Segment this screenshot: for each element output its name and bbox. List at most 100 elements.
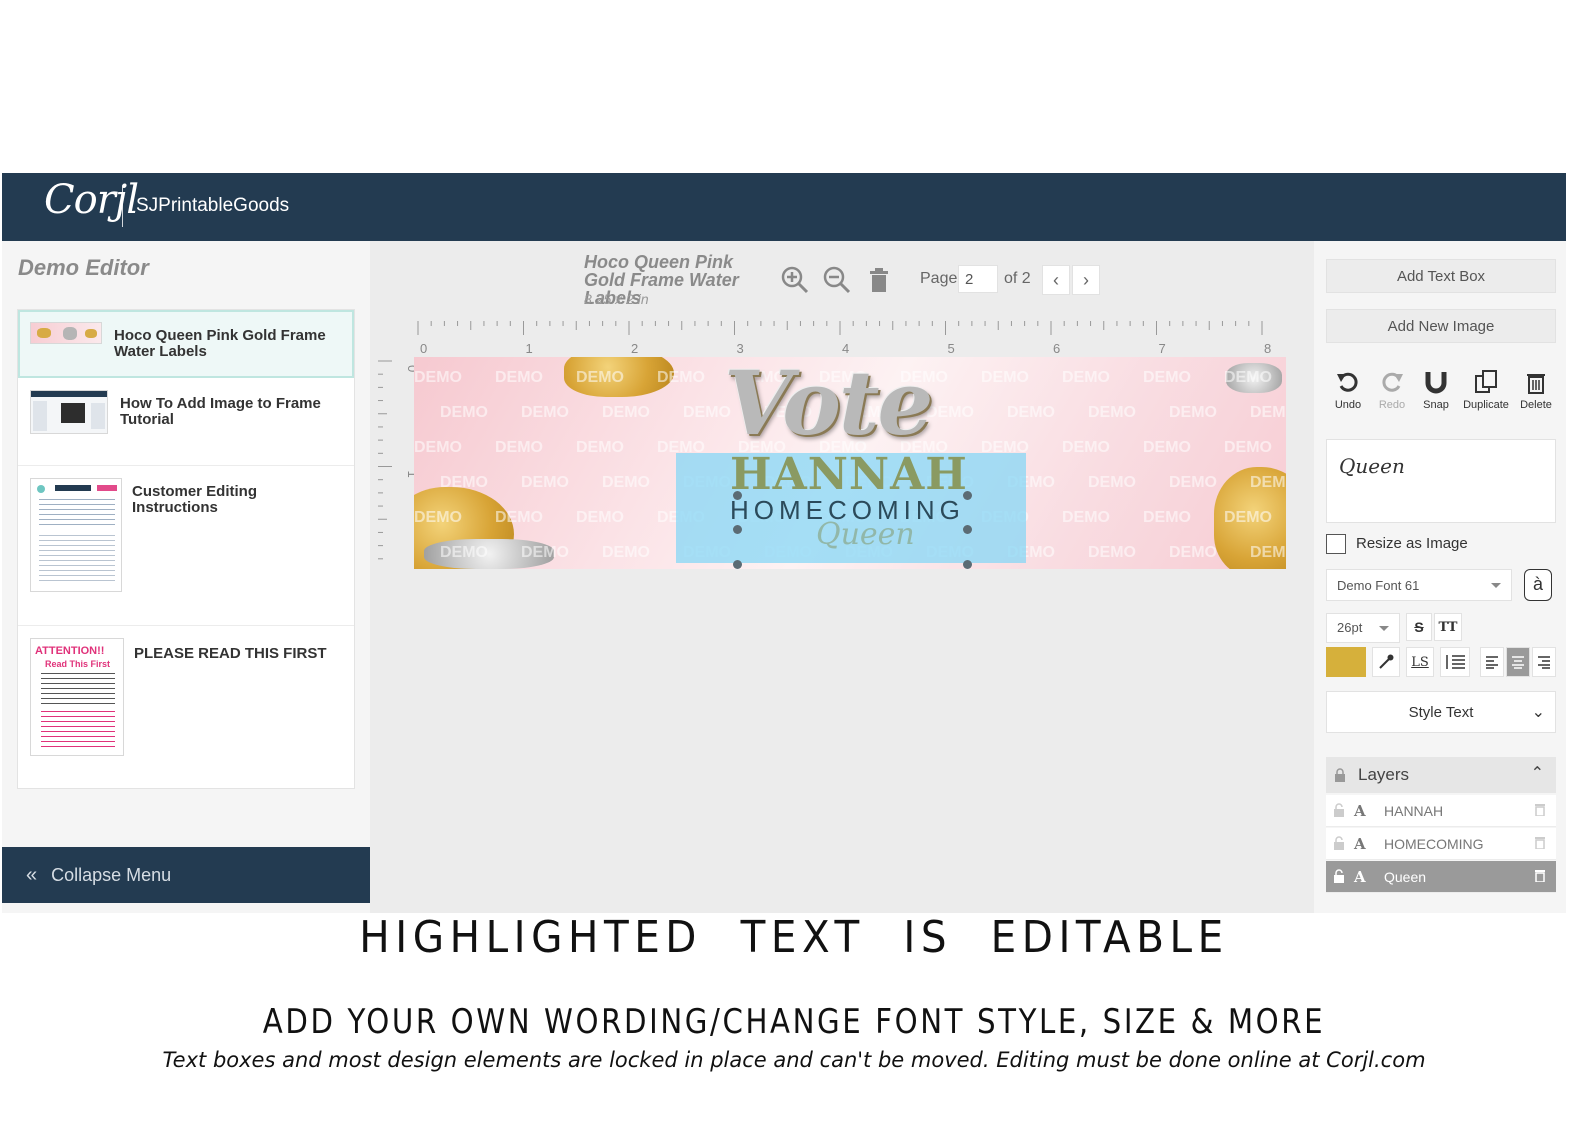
align-center-button[interactable] (1506, 647, 1530, 677)
top-bar: Corjl SJPrintableGoods (2, 173, 1566, 241)
trash-icon[interactable] (1534, 802, 1546, 816)
corjl-logo[interactable]: Corjl (44, 177, 139, 223)
align-left-button[interactable] (1480, 647, 1504, 677)
logo-divider (122, 187, 123, 227)
shop-name: SJPrintableGoods (136, 195, 290, 216)
chevron-right-icon: › (1083, 269, 1089, 290)
double-chevron-left-icon: « (26, 863, 38, 886)
text-layer-icon: A (1354, 868, 1366, 886)
resize-handle[interactable] (733, 560, 742, 569)
resize-handle[interactable] (963, 560, 972, 569)
redo-label: Redo (1378, 399, 1406, 411)
demo-watermark-text: DEMO (521, 404, 569, 421)
demo-watermark-text: DEMO (1224, 369, 1272, 386)
font-family-select[interactable]: Demo Font 61 (1326, 569, 1512, 601)
vote-graphic-text: Vote (724, 357, 934, 455)
align-right-button[interactable] (1532, 647, 1556, 677)
template-item-hoco-queen[interactable]: Hoco Queen Pink Gold Frame Water Labels (18, 310, 354, 378)
template-thumbnail (30, 322, 102, 344)
template-item-tutorial[interactable]: How To Add Image to Frame Tutorial (18, 380, 354, 466)
page-number-input[interactable] (958, 265, 998, 293)
template-item-customer-instructions[interactable]: Customer Editing Instructions (18, 466, 354, 626)
undo-button[interactable]: Undo (1324, 369, 1372, 411)
strikethrough-button[interactable]: S (1406, 613, 1432, 641)
font-glyph-icon: à (1532, 574, 1543, 594)
trash-icon[interactable] (1534, 835, 1546, 849)
demo-watermark-text: DEMO (1169, 544, 1217, 561)
demo-watermark-text: DEMO (1169, 404, 1217, 421)
add-new-image-button[interactable]: Add New Image (1326, 309, 1556, 343)
resize-handle[interactable] (963, 525, 972, 534)
eyedropper-button[interactable] (1372, 647, 1400, 677)
unlock-icon[interactable] (1334, 803, 1345, 817)
demo-watermark-text: DEMO (1143, 509, 1191, 526)
text-color-swatch[interactable] (1326, 647, 1366, 677)
duplicate-button[interactable]: Duplicate (1460, 369, 1512, 411)
demo-watermark-text: DEMO (1007, 404, 1055, 421)
line-height-icon (1446, 655, 1465, 669)
template-item-read-first[interactable]: ATTENTION!! Read This First PLEASE READ … (18, 628, 354, 788)
resize-handle[interactable] (733, 525, 742, 534)
trash-icon[interactable] (1534, 868, 1546, 882)
editor-window: Corjl SJPrintableGoods Demo Editor Hoco … (2, 173, 1566, 913)
style-text-label: Style Text (1408, 703, 1474, 721)
letter-spacing-icon: LS (1411, 654, 1429, 670)
delete-label: Delete (1520, 399, 1552, 411)
demo-watermark-text: DEMO (981, 369, 1029, 386)
unlock-icon[interactable] (1334, 836, 1345, 850)
text-edit-field[interactable]: Queen (1326, 439, 1556, 523)
line-height-button[interactable] (1440, 647, 1470, 677)
zoom-out-icon[interactable] (822, 265, 852, 295)
zoom-in-icon[interactable] (780, 265, 810, 295)
vertical-ruler: 01 (378, 360, 414, 560)
add-text-box-button[interactable]: Add Text Box (1326, 259, 1556, 293)
demo-watermark-text: DEMO (1224, 439, 1272, 456)
demo-watermark-text: DEMO (495, 509, 543, 526)
demo-watermark-text: DEMO (576, 509, 624, 526)
template-thumbnail (30, 478, 122, 592)
snap-label: Snap (1423, 399, 1449, 411)
next-page-button[interactable]: › (1072, 265, 1100, 295)
demo-watermark-text: DEMO (602, 404, 650, 421)
unlock-icon[interactable] (1334, 869, 1345, 883)
ruler-label: 0 (420, 341, 427, 356)
text-layer-icon: A (1354, 835, 1366, 853)
delete-button[interactable]: Delete (1512, 369, 1560, 411)
demo-watermark-text: DEMO (440, 404, 488, 421)
design-canvas[interactable]: DEMO DEMO DEMO DEMO DEMO DEMO DEMO DEMO DEMO DEMO… (414, 357, 1286, 569)
layers-header[interactable]: Layers ⌃ (1326, 757, 1556, 793)
chevron-down-icon: ⌄ (1531, 704, 1545, 721)
strikethrough-icon: S (1414, 619, 1424, 635)
ruler-label: 3 (737, 341, 744, 356)
layer-item-hannah[interactable]: A HANNAH (1326, 795, 1556, 827)
layer-item-homecoming[interactable]: A HOMECOMING (1326, 828, 1556, 860)
undo-icon (1337, 372, 1358, 392)
redo-button[interactable]: Redo (1368, 369, 1416, 411)
queen-text[interactable]: Queen (816, 517, 915, 552)
font-glyph-button[interactable]: à (1524, 569, 1552, 601)
font-size-select[interactable]: 26pt (1326, 613, 1400, 643)
demo-watermark-text: DEMO (414, 509, 462, 526)
demo-watermark-text: DEMO (657, 369, 705, 386)
collapse-menu-button[interactable]: « Collapse Menu (2, 847, 370, 903)
template-label: Customer Editing Instructions (132, 483, 258, 516)
font-family-value: Demo Font 61 (1337, 578, 1420, 593)
magnet-icon (1425, 372, 1447, 394)
align-center-icon (1512, 656, 1524, 669)
resize-handle[interactable] (963, 491, 972, 500)
uppercase-button[interactable]: TT (1434, 613, 1462, 641)
resize-handle[interactable] (733, 491, 742, 500)
demo-watermark-text: DEMO (1143, 439, 1191, 456)
ruler-label: 7 (1159, 341, 1166, 356)
letter-spacing-button[interactable]: LS (1406, 647, 1434, 677)
resize-as-image-checkbox[interactable] (1326, 534, 1346, 554)
style-text-dropdown[interactable]: Style Text ⌄ (1326, 691, 1556, 733)
demo-watermark-text: DEMO (440, 544, 488, 561)
name-text[interactable]: HANNAH (730, 449, 968, 500)
demo-watermark-text: DEMO (521, 474, 569, 491)
previous-page-button[interactable]: ‹ (1042, 265, 1070, 295)
trash-icon[interactable] (864, 265, 894, 295)
snap-button[interactable]: Snap (1412, 369, 1460, 411)
uppercase-icon: TT (1438, 619, 1458, 635)
layer-item-queen[interactable]: A Queen (1326, 861, 1556, 893)
